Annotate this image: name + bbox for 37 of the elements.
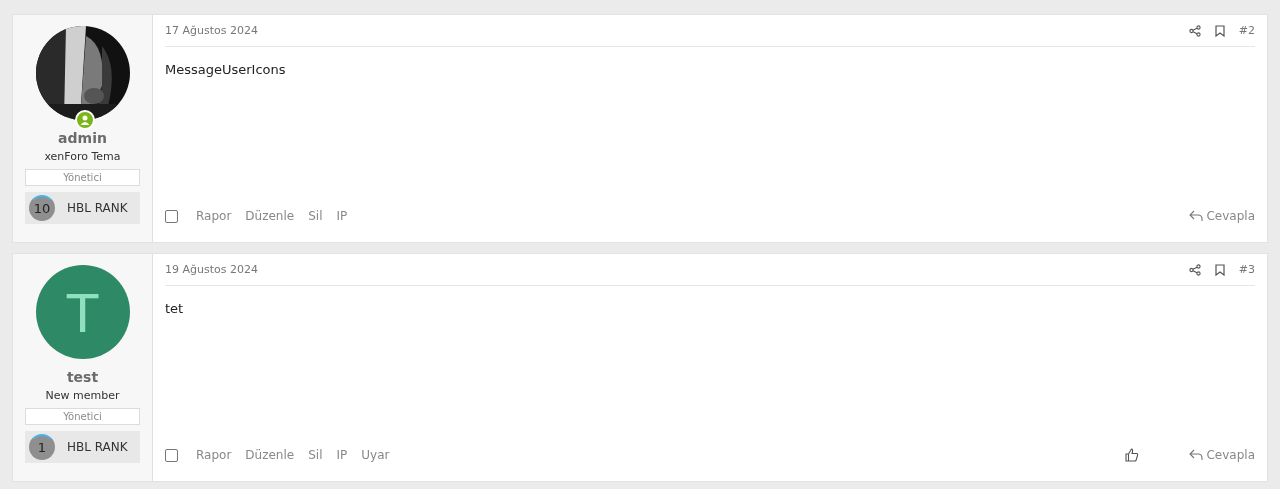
- thumbs-up-icon[interactable]: [1125, 448, 1140, 462]
- letter-avatar[interactable]: T: [35, 265, 130, 359]
- username[interactable]: test: [66, 369, 99, 385]
- post-number[interactable]: #2: [1238, 24, 1255, 37]
- rank-badge: 10: [29, 195, 55, 221]
- action-link[interactable]: IP: [336, 209, 348, 223]
- rank-label: HBL RANK: [67, 440, 128, 454]
- post-text: tet: [165, 301, 184, 316]
- action-link[interactable]: IP: [336, 448, 348, 462]
- user-title: New member: [45, 389, 120, 402]
- post-date[interactable]: 19 Ağustos 2024: [165, 263, 1189, 276]
- select-checkbox[interactable]: [165, 209, 178, 223]
- post-date[interactable]: 17 Ağustos 2024: [165, 24, 1189, 37]
- action-link[interactable]: Uyar: [361, 448, 390, 462]
- post-number[interactable]: #3: [1238, 263, 1255, 276]
- rank-badge: 1: [29, 434, 55, 460]
- action-link[interactable]: Rapor: [196, 209, 232, 223]
- rank-label: HBL RANK: [67, 201, 128, 215]
- bookmark-icon[interactable]: [1214, 24, 1225, 37]
- action-link[interactable]: Rapor: [196, 448, 232, 462]
- reply-link[interactable]: Cevapla: [1189, 448, 1255, 462]
- action-link[interactable]: Sil: [308, 209, 323, 223]
- bookmark-icon[interactable]: [1214, 263, 1225, 276]
- user-banner: Yönetici: [25, 408, 140, 425]
- username[interactable]: admin: [58, 130, 107, 146]
- action-link[interactable]: Düzenle: [245, 448, 295, 462]
- share-icon[interactable]: [1188, 24, 1201, 37]
- user-banner: Yönetici: [25, 169, 140, 186]
- reply-link[interactable]: Cevapla: [1189, 209, 1255, 223]
- post-text: MessageUserIcons: [165, 62, 286, 77]
- reply-icon[interactable]: [1189, 210, 1204, 222]
- select-checkbox[interactable]: [165, 448, 178, 462]
- action-link[interactable]: Sil: [308, 448, 323, 462]
- action-link[interactable]: Düzenle: [245, 209, 295, 223]
- share-icon[interactable]: [1188, 263, 1201, 276]
- user-title: xenForo Tema: [44, 150, 121, 163]
- reply-icon[interactable]: [1189, 449, 1204, 461]
